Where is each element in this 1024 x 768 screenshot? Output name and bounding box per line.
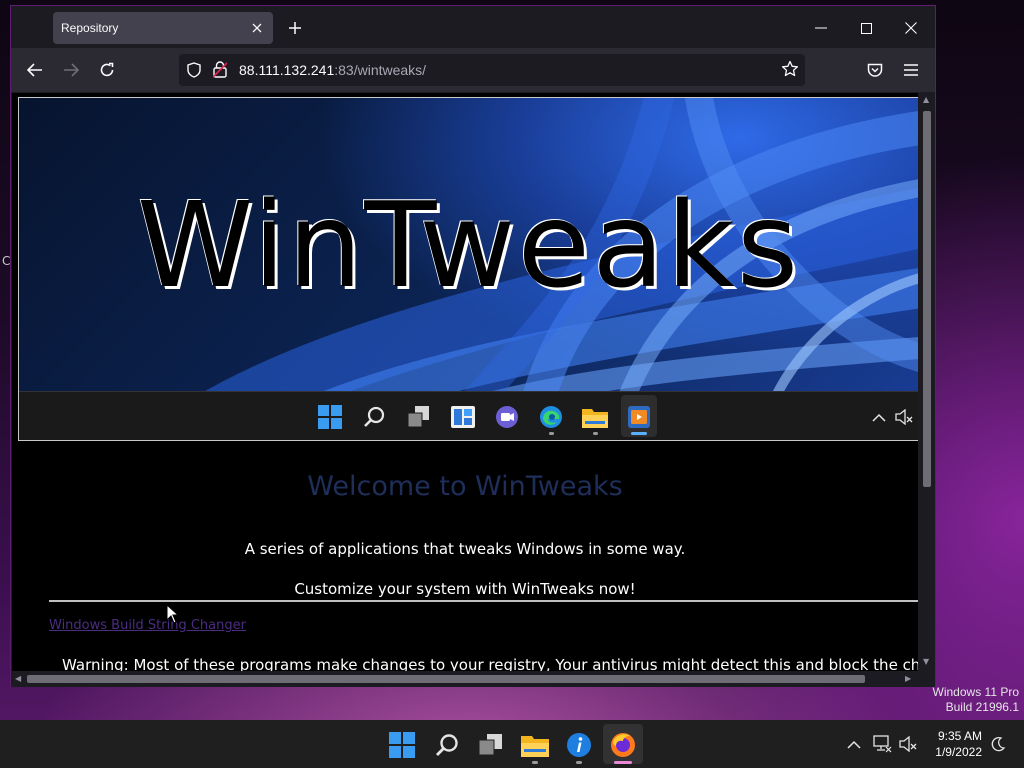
- banner-widgets-icon: [448, 402, 478, 432]
- firefox-icon[interactable]: [606, 728, 640, 762]
- file-explorer-icon[interactable]: [518, 728, 552, 762]
- address-bar[interactable]: 88.111.132.241:83/wintweaks/: [179, 54, 805, 86]
- tray-chevron-icon[interactable]: [844, 734, 864, 754]
- horizontal-scroll-thumb[interactable]: [27, 675, 865, 683]
- banner-explorer-indicator: [593, 432, 598, 435]
- banner-search-icon: [359, 402, 389, 432]
- url-host: 88.111.132.241: [239, 62, 335, 78]
- clock-date: 1/9/2022: [935, 745, 982, 759]
- scroll-left-icon[interactable]: ◀: [15, 674, 21, 683]
- start-icon[interactable]: [385, 728, 419, 762]
- cta-text: Customize your system with WinTweaks now…: [294, 580, 636, 598]
- scroll-down-icon[interactable]: ▼: [923, 657, 929, 666]
- scroll-up-icon[interactable]: ▲: [923, 95, 929, 104]
- intro-text: A series of applications that tweaks Win…: [244, 540, 686, 558]
- tab-repository[interactable]: Repository: [53, 12, 273, 44]
- banner-title: WinTweaks: [136, 176, 801, 314]
- clock-time: 9:35 AM: [937, 729, 982, 743]
- taskbar-clock[interactable]: 9:35 AM 1/9/2022: [920, 728, 982, 760]
- explorer-running-indicator: [532, 761, 538, 764]
- banner-chat-icon: [492, 402, 522, 432]
- new-tab-icon[interactable]: [283, 16, 307, 40]
- mouse-cursor-icon: [166, 604, 180, 624]
- tab-title: Repository: [61, 21, 119, 35]
- vertical-scrollbar[interactable]: ▲ ▼: [919, 93, 935, 671]
- close-tab-icon[interactable]: [245, 16, 269, 40]
- navigation-toolbar: 88.111.132.241:83/wintweaks/: [11, 48, 935, 92]
- hero-banner: WinTweaks: [18, 97, 918, 441]
- windows-build-watermark: Windows 11 Pro Build 21996.1: [933, 685, 1019, 715]
- warning-text: Warning: Most of these programs make cha…: [62, 656, 918, 671]
- firefox-active-indicator: [614, 761, 632, 764]
- insecure-lock-icon[interactable]: [212, 61, 228, 82]
- url-path: :83/wintweaks/: [334, 62, 427, 78]
- search-icon[interactable]: [430, 728, 464, 762]
- close-window-icon[interactable]: [889, 12, 933, 44]
- info-running-indicator: [576, 761, 582, 764]
- banner-file-explorer-icon: [580, 402, 610, 432]
- banner-edge-indicator: [549, 432, 554, 435]
- volume-muted-icon[interactable]: [898, 734, 918, 754]
- tracking-shield-icon[interactable]: [187, 62, 201, 82]
- banner-active-indicator: [631, 432, 647, 435]
- banner-edge-icon: [536, 402, 566, 432]
- network-icon[interactable]: [872, 734, 892, 754]
- url-text[interactable]: 88.111.132.241:83/wintweaks/: [239, 62, 426, 78]
- pocket-icon[interactable]: [861, 56, 889, 84]
- maximize-icon[interactable]: [844, 12, 888, 44]
- tab-strip: Repository: [11, 6, 935, 48]
- hamburger-menu-icon[interactable]: [897, 56, 925, 84]
- system-taskbar: 9:35 AM 1/9/2022: [0, 720, 1024, 768]
- forward-arrow-icon[interactable]: [57, 56, 85, 84]
- back-arrow-icon[interactable]: [21, 56, 49, 84]
- welcome-heading: Welcome to WinTweaks: [307, 471, 623, 502]
- browser-window: Repository 88.111.132.241:83/wintweaks/ …: [10, 5, 936, 687]
- horizontal-scrollbar[interactable]: ◀ ▶: [11, 671, 935, 687]
- scroll-right-icon[interactable]: ▶: [905, 674, 911, 683]
- watermark-edition: Windows 11 Pro: [932, 685, 1019, 699]
- task-view-icon[interactable]: [474, 728, 508, 762]
- banner-start-icon: [315, 402, 345, 432]
- vertical-scroll-thumb[interactable]: [923, 111, 931, 487]
- bookmark-star-icon[interactable]: [781, 60, 799, 82]
- build-string-changer-link[interactable]: Windows Build String Changer: [49, 618, 246, 633]
- banner-media-player-icon: [624, 402, 654, 432]
- banner-taskbar-image: [19, 391, 918, 440]
- reload-icon[interactable]: [93, 56, 121, 84]
- banner-volume-muted-icon: [889, 402, 918, 432]
- watermark-build: Build 21996.1: [945, 700, 1019, 714]
- minimize-icon[interactable]: [799, 12, 843, 44]
- section-divider: [49, 600, 918, 602]
- banner-task-view-icon: [404, 402, 434, 432]
- info-app-icon[interactable]: [562, 728, 596, 762]
- page-viewport: WinTweaks Welcome to WinTweaks A series …: [12, 93, 918, 671]
- focus-assist-moon-icon[interactable]: [988, 734, 1008, 754]
